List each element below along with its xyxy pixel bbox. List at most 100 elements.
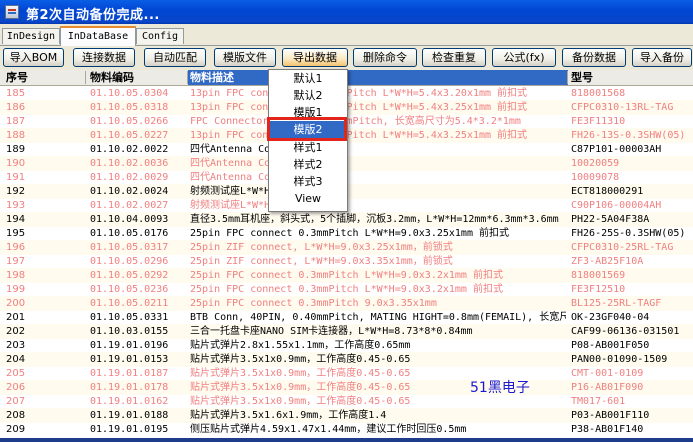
- cell-model[interactable]: CMT-001-0109: [571, 366, 693, 381]
- table-row[interactable]: 208 01.19.01.0188 贴片式弹片3.5x1.6x1.9mm，工作高度1…: [0, 408, 693, 423]
- cell-desc[interactable]: 25pin ZIF connect, L*W*H=9.0x3.25x1mm，前锁…: [190, 240, 566, 255]
- table-row[interactable]: 203 01.19.01.0196 贴片式弹片2.8x1.55x1.1mm，工作高度…: [0, 338, 693, 353]
- cell-code[interactable]: 01.10.05.0317: [90, 240, 186, 255]
- cell-model[interactable]: ECT818000291: [571, 184, 693, 199]
- cell-seq[interactable]: 194: [6, 212, 84, 227]
- table-row[interactable]: 204 01.19.01.0153 贴片式弹片3.5x1x0.9mm，工作高度0.4…: [0, 352, 693, 367]
- cell-desc[interactable]: 25pin FPC connect 0.3mmPitch L*W*H=9.0x3…: [190, 268, 566, 283]
- cell-seq[interactable]: 205: [6, 366, 84, 381]
- cell-seq[interactable]: 187: [6, 114, 84, 129]
- menu-item-style3[interactable]: 样式3: [269, 173, 347, 191]
- cell-seq[interactable]: 189: [6, 142, 84, 157]
- menu-item-style2[interactable]: 样式2: [269, 156, 347, 174]
- cell-model[interactable]: P03-AB001F110: [571, 408, 693, 423]
- backup-data-button[interactable]: 备份数据: [562, 48, 626, 67]
- cell-seq[interactable]: 198: [6, 268, 84, 283]
- cell-desc[interactable]: 13pin FPC connector, 0.3mmPitch L*W*H=5.…: [190, 128, 566, 143]
- check-duplicate-button[interactable]: 检查重复: [422, 48, 486, 67]
- cell-code[interactable]: 01.10.02.0024: [90, 184, 186, 199]
- cell-desc[interactable]: 13pin FPC connector, 0.3mmPitch L*W*H=5.…: [190, 100, 566, 115]
- table-row[interactable]: 200 01.10.05.0211 25pin FPC connect 0.3mmP…: [0, 296, 693, 311]
- cell-model[interactable]: C90P106-00004AH: [571, 198, 693, 213]
- cell-desc[interactable]: 四代Antenna Connector, 0.6: [190, 170, 566, 185]
- tab-indesign[interactable]: InDesign: [2, 28, 60, 44]
- cell-seq[interactable]: 202: [6, 324, 84, 339]
- cell-model[interactable]: ZF3-AB25F10A: [571, 254, 693, 269]
- cell-seq[interactable]: 208: [6, 408, 84, 423]
- menu-item-style1[interactable]: 样式1: [269, 139, 347, 157]
- cell-seq[interactable]: 196: [6, 240, 84, 255]
- cell-seq[interactable]: 206: [6, 380, 84, 395]
- cell-code[interactable]: 01.19.01.0196: [90, 338, 186, 353]
- cell-seq[interactable]: 197: [6, 254, 84, 269]
- column-header-desc[interactable]: 物料描述: [188, 70, 568, 85]
- cell-code[interactable]: 01.19.01.0153: [90, 352, 186, 367]
- cell-code[interactable]: 01.10.05.0227: [90, 128, 186, 143]
- cell-seq[interactable]: 190: [6, 156, 84, 171]
- cell-seq[interactable]: 209: [6, 422, 84, 437]
- cell-code[interactable]: 01.19.01.0162: [90, 394, 186, 409]
- cell-code[interactable]: 01.19.01.0188: [90, 408, 186, 423]
- cell-desc[interactable]: 25pin ZIF connect, L*W*H=9.0x3.35x1mm，前锁…: [190, 254, 566, 269]
- table-row[interactable]: 195 01.10.05.0176 25pin FPC connect 0.3mmP…: [0, 226, 693, 241]
- cell-model[interactable]: P38-AB01F140: [571, 422, 693, 437]
- cell-code[interactable]: 01.10.05.0318: [90, 100, 186, 115]
- cell-model[interactable]: PAN00-01090-1509: [571, 352, 693, 367]
- cell-desc[interactable]: 贴片式弹片3.5x1.6x1.9mm，工作高度1.4: [190, 408, 566, 423]
- column-divider[interactable]: [85, 71, 86, 84]
- cell-seq[interactable]: 191: [6, 170, 84, 185]
- cell-seq[interactable]: 195: [6, 226, 84, 241]
- cell-desc[interactable]: 直径3.5mm耳机座，斜头式，5个插脚，沉板3.2mm，L*W*H=12mm*6…: [190, 212, 566, 227]
- column-header-model[interactable]: 型号: [571, 70, 593, 85]
- cell-seq[interactable]: 192: [6, 184, 84, 199]
- cell-seq[interactable]: 201: [6, 310, 84, 325]
- table-row[interactable]: 206 01.19.01.0178 贴片式弹片3.5x1x0.9mm，工作高度0.4…: [0, 380, 693, 395]
- connect-data-button[interactable]: 连接数据: [73, 48, 135, 67]
- table-row[interactable]: 207 01.19.01.0162 贴片式弹片3.5x1x0.9mm，工作高度0.4…: [0, 394, 693, 409]
- cell-model[interactable]: PH22-5A04F38A: [571, 212, 693, 227]
- cell-desc[interactable]: 射频测试座L*W*H: [190, 198, 566, 213]
- cell-desc[interactable]: 贴片式弹片3.5x1x0.9mm，工作高度0.45-0.65: [190, 352, 566, 367]
- cell-model[interactable]: BL125-25RL-TAGF: [571, 296, 693, 311]
- cell-code[interactable]: 01.10.03.0155: [90, 324, 186, 339]
- cell-seq[interactable]: 203: [6, 338, 84, 353]
- cell-model[interactable]: 10009078: [571, 170, 693, 185]
- cell-code[interactable]: 01.10.02.0036: [90, 156, 186, 171]
- column-divider[interactable]: [567, 71, 568, 84]
- cell-code[interactable]: 01.10.05.0296: [90, 254, 186, 269]
- cell-model[interactable]: FE3F11310: [571, 114, 693, 129]
- table-row[interactable]: 199 01.10.05.0236 25pin FPC connect 0.3mmP…: [0, 282, 693, 297]
- cell-code[interactable]: 01.10.02.0027: [90, 198, 186, 213]
- table-row[interactable]: 202 01.10.03.0155 三合一托盘卡座NANO SIM卡连接器，L*W*…: [0, 324, 693, 339]
- table-row[interactable]: 209 01.19.01.0195 侧压贴片式弹片4.59x1.47x1.44mm，…: [0, 422, 693, 437]
- cell-desc[interactable]: 贴片式弹片2.8x1.55x1.1mm，工作高度0.65mm: [190, 338, 566, 353]
- cell-model[interactable]: FE3F12510: [571, 282, 693, 297]
- cell-model[interactable]: C87P101-00003AH: [571, 142, 693, 157]
- cell-seq[interactable]: 199: [6, 282, 84, 297]
- cell-code[interactable]: 01.10.02.0029: [90, 170, 186, 185]
- table-row[interactable]: 197 01.10.05.0296 25pin ZIF connect, L*W*H…: [0, 254, 693, 269]
- cell-seq[interactable]: 200: [6, 296, 84, 311]
- cell-model[interactable]: P16-AB01F090: [571, 380, 693, 395]
- cell-code[interactable]: 01.10.04.0093: [90, 212, 186, 227]
- menu-item-default2[interactable]: 默认2: [269, 87, 347, 105]
- cell-model[interactable]: FH26-25S-0.3SHW(05): [571, 226, 693, 241]
- cell-code[interactable]: 01.10.05.0304: [90, 86, 186, 101]
- cell-seq[interactable]: 204: [6, 352, 84, 367]
- cell-code[interactable]: 01.19.01.0195: [90, 422, 186, 437]
- cell-model[interactable]: 818001569: [571, 268, 693, 283]
- cell-code[interactable]: 01.10.05.0331: [90, 310, 186, 325]
- auto-match-button[interactable]: 自动匹配: [144, 48, 206, 67]
- cell-desc[interactable]: 侧压贴片式弹片4.59x1.47x1.44mm，建议工作时回压0.5mm: [190, 422, 566, 437]
- delete-command-button[interactable]: 删除命令: [353, 48, 417, 67]
- cell-desc[interactable]: 四代Antenna Connector, 0.6: [190, 156, 566, 171]
- cell-seq[interactable]: 185: [6, 86, 84, 101]
- cell-code[interactable]: 01.10.05.0266: [90, 114, 186, 129]
- import-backup-button[interactable]: 导入备份: [632, 48, 692, 67]
- cell-code[interactable]: 01.10.02.0022: [90, 142, 186, 157]
- cell-model[interactable]: OK-23GF040-04: [571, 310, 693, 325]
- tab-config[interactable]: Config: [136, 28, 184, 44]
- cell-desc[interactable]: 射频测试座L*W*H: [190, 184, 566, 199]
- cell-seq[interactable]: 207: [6, 394, 84, 409]
- cell-model[interactable]: CAF99-06136-031501: [571, 324, 693, 339]
